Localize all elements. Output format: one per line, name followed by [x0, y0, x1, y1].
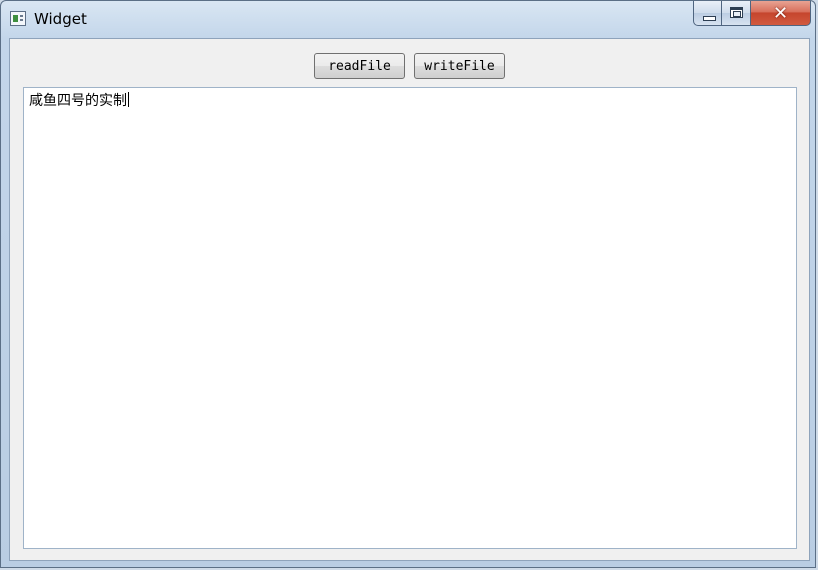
caption-buttons: ✕: [693, 1, 811, 27]
maximize-icon: [730, 7, 743, 18]
close-icon: ✕: [772, 2, 789, 24]
close-button[interactable]: ✕: [751, 1, 811, 26]
read-file-button[interactable]: readFile: [314, 53, 405, 79]
maximize-button[interactable]: [722, 1, 751, 26]
editor-content: 咸鱼四号的实制: [29, 93, 127, 109]
text-editor[interactable]: 咸鱼四号的实制: [23, 87, 797, 549]
widget-window: Widget ✕ readFile writeFile 咸鱼四号的实制: [0, 0, 816, 568]
client-area: readFile writeFile 咸鱼四号的实制: [9, 38, 810, 561]
minimize-icon: [703, 16, 716, 21]
minimize-button[interactable]: [693, 1, 722, 26]
write-file-button[interactable]: writeFile: [414, 53, 505, 79]
text-caret: [128, 92, 129, 107]
window-title: Widget: [34, 10, 87, 28]
title-bar[interactable]: Widget ✕: [1, 1, 817, 37]
app-window-icon[interactable]: [10, 11, 26, 26]
